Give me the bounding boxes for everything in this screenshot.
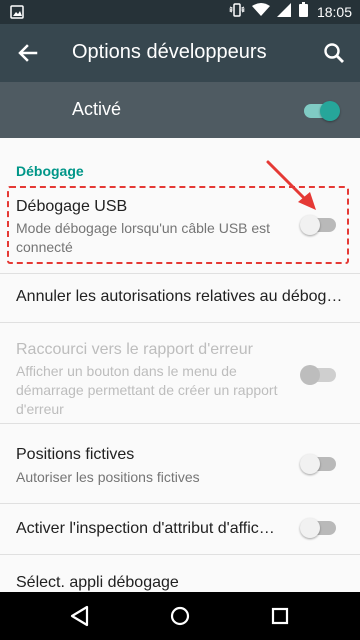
master-switch-label: Activé <box>72 99 122 119</box>
navigation-bar <box>0 592 360 640</box>
list-item-view-attribute-inspection[interactable]: Activer l'inspection d'attribut d'affic… <box>0 504 360 554</box>
vibrate-icon <box>228 2 246 22</box>
mock-locations-toggle[interactable] <box>300 453 338 475</box>
app-bar: Options développeurs <box>0 24 360 82</box>
master-toggle[interactable] <box>304 100 340 122</box>
nav-home-icon[interactable] <box>167 603 193 629</box>
list-item-title: Sélect. appli débogage <box>16 574 179 591</box>
list-item-subtitle: Afficher un bouton dans le menu de démar… <box>16 363 278 417</box>
status-bar: 18:05 <box>0 0 360 24</box>
list-item-mock-locations[interactable]: Positions fictives Autoriser les positio… <box>0 424 360 504</box>
bug-report-toggle <box>300 364 338 386</box>
image-icon <box>10 5 24 24</box>
section-header: Débogage <box>16 163 84 179</box>
status-time: 18:05 <box>316 4 352 20</box>
list-item-title: Positions fictives <box>16 446 135 463</box>
nav-recents-icon[interactable] <box>267 603 293 629</box>
nav-back-icon[interactable] <box>67 603 93 629</box>
view-attribute-toggle[interactable] <box>300 517 338 539</box>
battery-icon <box>298 2 308 22</box>
back-arrow-icon[interactable] <box>14 39 42 67</box>
annotation-arrow-icon <box>266 160 316 210</box>
list-item-select-debug-app[interactable]: Sélect. appli débogage <box>0 555 360 592</box>
list-item-revoke-authorizations[interactable]: Annuler les autorisations relatives au d… <box>0 274 360 322</box>
signal-icon <box>276 2 292 22</box>
search-icon[interactable] <box>320 39 348 67</box>
master-switch-bar[interactable]: Activé <box>0 82 360 138</box>
wifi-icon <box>251 2 270 22</box>
list-item-title: Raccourci vers le rapport d'erreur <box>16 341 253 358</box>
list-item-bug-report-shortcut: Raccourci vers le rapport d'erreur Affic… <box>0 323 360 422</box>
list-item-subtitle: Autoriser les positions fictives <box>16 469 200 485</box>
list-item-title: Activer l'inspection d'attribut d'affic… <box>16 520 275 537</box>
page-title: Options développeurs <box>72 41 267 63</box>
list-item-title: Annuler les autorisations relatives au d… <box>16 288 343 305</box>
